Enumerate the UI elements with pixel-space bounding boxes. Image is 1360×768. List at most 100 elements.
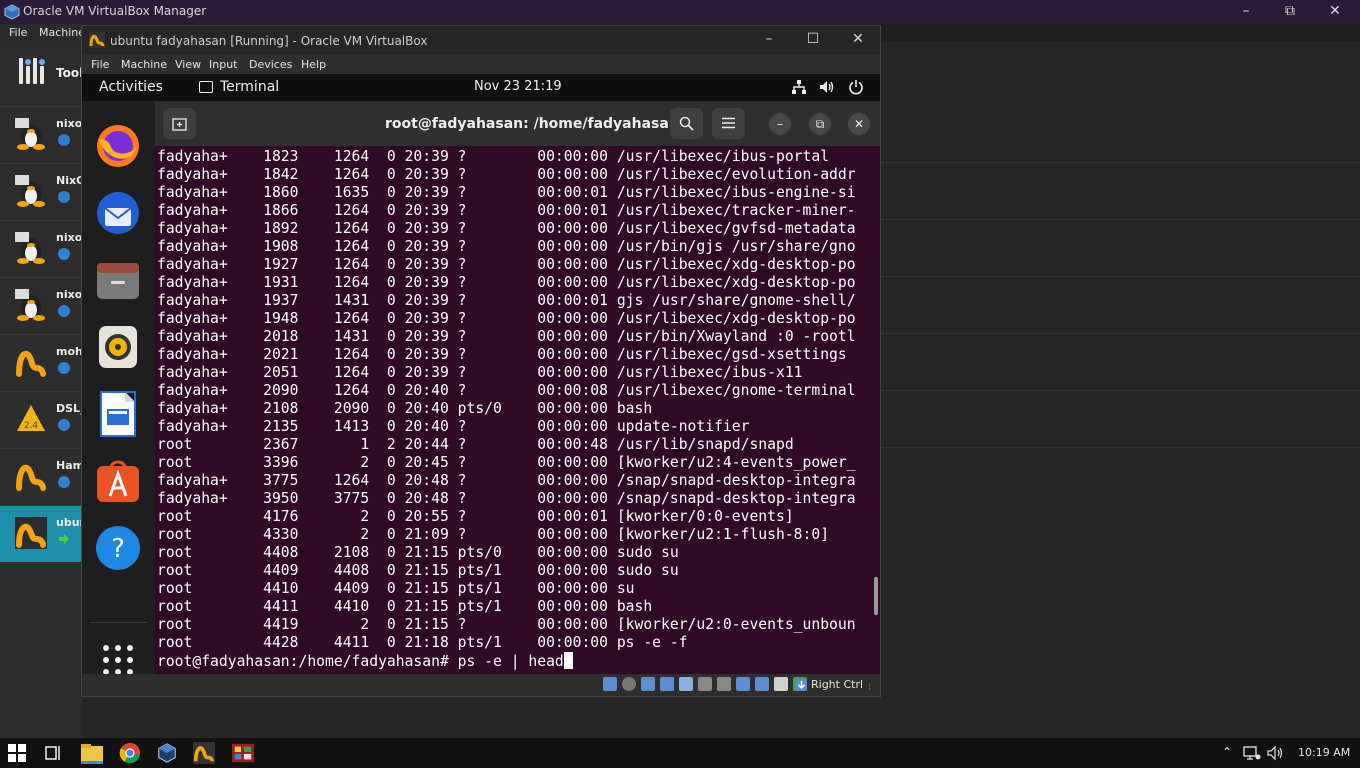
vm-status-icons <box>603 677 807 693</box>
vm-taskbar-icon[interactable] <box>192 742 216 764</box>
windows-taskbar: ⌃ 10:19 AM <box>0 738 1360 768</box>
linux-os-icon <box>15 232 45 264</box>
help-icon[interactable]: ? <box>93 523 143 573</box>
terminal-close-button[interactable]: ✕ <box>848 113 870 135</box>
vm-list-sidebar: Tool nixo NixO nixo nixo moh 2.4 DSL_ Ha… <box>0 42 83 738</box>
terminal-line: fadyaha+ 1937 1431 0 20:39 ? 00:00:01 gj… <box>157 292 856 309</box>
file-explorer-icon[interactable] <box>80 742 104 764</box>
command-line[interactable]: root@fadyahasan:/home/fadyahasan# ps -e … <box>157 652 869 671</box>
thunderbird-icon[interactable] <box>93 188 143 238</box>
ubuntu-os-icon <box>15 517 47 549</box>
audio-icon[interactable] <box>641 677 655 691</box>
software-icon[interactable] <box>93 456 143 506</box>
terminal-output[interactable]: fadyaha+ 1823 1264 0 20:39 ? 00:00:00 /u… <box>157 148 869 672</box>
virtualization-icon[interactable] <box>755 677 769 691</box>
vm-minimize-button[interactable]: – <box>759 30 779 50</box>
host-maximize-button[interactable]: ⧉ <box>1280 2 1300 22</box>
guest-screen: Activities Terminal Nov 23 21:19 ? root@… <box>82 74 880 674</box>
clock[interactable]: Nov 23 21:19 <box>474 79 562 94</box>
firefox-icon[interactable] <box>93 121 143 171</box>
terminal-headerbar: root@fadyahasan: /home/fadyahasan – ⧉ ✕ <box>155 101 880 146</box>
rhythmbox-icon[interactable] <box>93 322 143 372</box>
terminal-line: fadyaha+ 2135 1413 0 20:40 ? 00:00:00 up… <box>157 418 750 435</box>
vm-close-button[interactable]: ✕ <box>848 30 868 50</box>
resize-grip[interactable]: ⁝ <box>868 682 871 693</box>
virtualbox-taskbar-icon[interactable] <box>155 742 179 764</box>
vm-menu-view[interactable]: View <box>175 58 201 71</box>
vm-menu-machine[interactable]: Machine <box>121 58 167 71</box>
shared-folders-icon[interactable] <box>698 677 712 691</box>
host-menu-file[interactable]: File <box>9 26 27 39</box>
taskbar-clock[interactable]: 10:19 AM <box>1298 746 1350 759</box>
host-titlebar: Oracle VM VirtualBox Manager – ⧉ ✕ <box>0 0 1360 24</box>
volume-tray-icon[interactable] <box>1267 745 1285 761</box>
vm-entry[interactable]: moh <box>0 334 82 391</box>
vm-menu-help[interactable]: Help <box>301 58 326 71</box>
vm-entry-selected[interactable]: ubun <box>0 505 82 562</box>
network-adapter-icon[interactable] <box>660 677 674 691</box>
power-icon[interactable] <box>848 79 864 95</box>
writer-icon[interactable] <box>93 389 143 439</box>
terminal-line: root 4410 4409 0 21:15 pts/1 00:00:00 su <box>157 580 635 597</box>
host-menu-machine[interactable]: Machine <box>39 26 85 39</box>
dsl-badge: 2.4 <box>24 421 39 431</box>
app-taskbar-icon[interactable] <box>229 742 257 764</box>
vm-window: ubuntu fadyahasan [Running] - Oracle VM … <box>81 25 881 697</box>
volume-icon[interactable] <box>819 79 835 95</box>
terminal-line: fadyaha+ 2108 2090 0 20:40 pts/0 00:00:0… <box>157 400 653 417</box>
host-close-button[interactable]: ✕ <box>1325 2 1345 22</box>
terminal-line: root 3396 2 0 20:45 ? 00:00:00 [kworker/… <box>157 454 856 471</box>
search-button[interactable] <box>670 108 703 139</box>
mouse-integration-icon[interactable] <box>774 677 788 691</box>
vm-entry[interactable]: 2.4 DSL_ <box>0 391 82 448</box>
vm-menu-file[interactable]: File <box>91 58 109 71</box>
other-os-icon <box>16 464 46 491</box>
terminal-restore-button[interactable]: ⧉ <box>809 113 831 135</box>
optical-drive-icon[interactable] <box>622 677 636 691</box>
terminal-line: fadyaha+ 2018 1431 0 20:39 ? 00:00:00 /u… <box>157 328 856 345</box>
network-tray-icon[interactable] <box>1243 745 1261 761</box>
hard-disk-icon[interactable] <box>603 677 617 691</box>
linux-os-icon <box>15 175 45 207</box>
vm-name: moh <box>56 345 82 358</box>
vm-entry[interactable]: nixo <box>0 106 82 163</box>
windows-start-icon[interactable] <box>7 743 27 763</box>
keyboard-capture-icon[interactable] <box>795 678 808 692</box>
chrome-icon[interactable] <box>118 742 142 764</box>
usb-icon[interactable] <box>679 677 693 691</box>
activities-button[interactable]: Activities <box>99 79 163 95</box>
terminal-line: fadyaha+ 3775 1264 0 20:48 ? 00:00:00 /s… <box>157 472 856 489</box>
host-key-label[interactable]: Right Ctrl <box>811 678 863 691</box>
running-arrow-icon <box>59 534 69 544</box>
vm-name: nixo <box>56 231 82 244</box>
display-icon[interactable] <box>717 677 731 691</box>
host-minimize-button[interactable]: – <box>1236 2 1256 22</box>
dsl-os-icon: 2.4 <box>17 405 45 431</box>
video-capture-icon[interactable] <box>736 677 750 691</box>
menu-button[interactable] <box>712 108 745 139</box>
app-menu-terminal[interactable]: Terminal <box>220 79 279 95</box>
show-hidden-icons-icon[interactable]: ⌃ <box>1222 745 1232 759</box>
vm-entry[interactable]: NixO <box>0 163 82 220</box>
dock-separator <box>90 622 147 623</box>
terminal-line: root 4330 2 0 21:09 ? 00:00:00 [kworker/… <box>157 526 830 543</box>
terminal-minimize-button[interactable]: – <box>769 113 791 135</box>
search-icon <box>679 116 694 131</box>
show-applications-icon[interactable] <box>102 644 134 674</box>
vm-menu-devices[interactable]: Devices <box>249 58 292 71</box>
new-tab-button[interactable] <box>163 108 196 139</box>
terminal-scrollbar[interactable] <box>874 577 878 615</box>
vm-entry[interactable]: nixo <box>0 220 82 277</box>
files-icon[interactable] <box>93 255 143 305</box>
terminal-line: root 4409 4408 0 21:15 pts/1 00:00:00 su… <box>157 562 679 579</box>
vm-window-title: ubuntu fadyahasan [Running] - Oracle VM … <box>110 34 428 48</box>
vm-entry[interactable]: nixo <box>0 277 82 334</box>
task-view-icon[interactable] <box>43 744 63 762</box>
vm-entry[interactable]: Ham <box>0 448 82 505</box>
vm-maximize-button[interactable]: ☐ <box>803 30 823 50</box>
tools-entry[interactable]: Tool <box>0 42 83 106</box>
terminal-line: fadyaha+ 1866 1264 0 20:39 ? 00:00:01 /u… <box>157 202 856 219</box>
vm-menu-input[interactable]: Input <box>209 58 237 71</box>
terminal-line: root 4408 2108 0 21:15 pts/0 00:00:00 su… <box>157 544 679 561</box>
network-icon[interactable] <box>791 79 807 95</box>
